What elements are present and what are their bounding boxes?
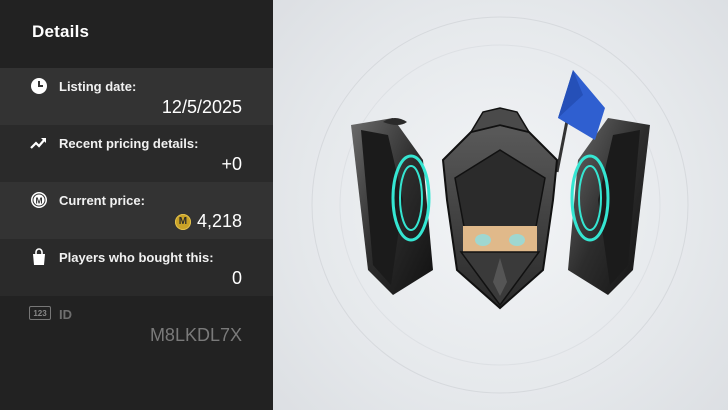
players-bought-label: Players who bought this: [59,250,214,265]
current-price-row: M Current price: M 4,218 [0,182,273,239]
pricing-details-value: +0 [221,154,242,174]
knight-helmet [441,107,559,310]
gold-coin-icon: M [174,213,191,230]
left-wing [351,118,433,295]
pricing-details-row: Recent pricing details: +0 [0,125,273,182]
id-label: ID [59,307,72,322]
details-panel: Details Listing date: 12/5/2025 Recent p… [0,0,273,410]
clock-icon [30,77,48,95]
players-bought-value: 0 [231,268,242,288]
coin-m-icon: M [30,191,48,209]
panel-title: Details [32,22,90,41]
svg-text:M: M [35,196,42,206]
listing-date-label: Listing date: [59,79,137,94]
players-bought-row: Players who bought this: 0 [0,239,273,296]
number-123-icon: 123 [29,306,51,320]
right-wing [568,118,650,295]
pricing-details-label: Recent pricing details: [59,136,199,151]
item-preview [311,16,689,394]
item-preview-stage [273,0,728,410]
listing-date-value: 12/5/2025 [161,97,242,117]
listing-date-row: Listing date: 12/5/2025 [0,68,273,125]
trend-up-icon [30,134,48,152]
shopping-bag-icon [30,248,48,266]
current-price-label: Current price: [59,193,145,208]
current-price-value-wrap: M 4,218 [174,211,242,232]
current-price-value: 4,218 [196,211,242,231]
id-row: 123 ID M8LKDL7X [0,296,273,356]
id-value: M8LKDL7X [149,325,242,345]
